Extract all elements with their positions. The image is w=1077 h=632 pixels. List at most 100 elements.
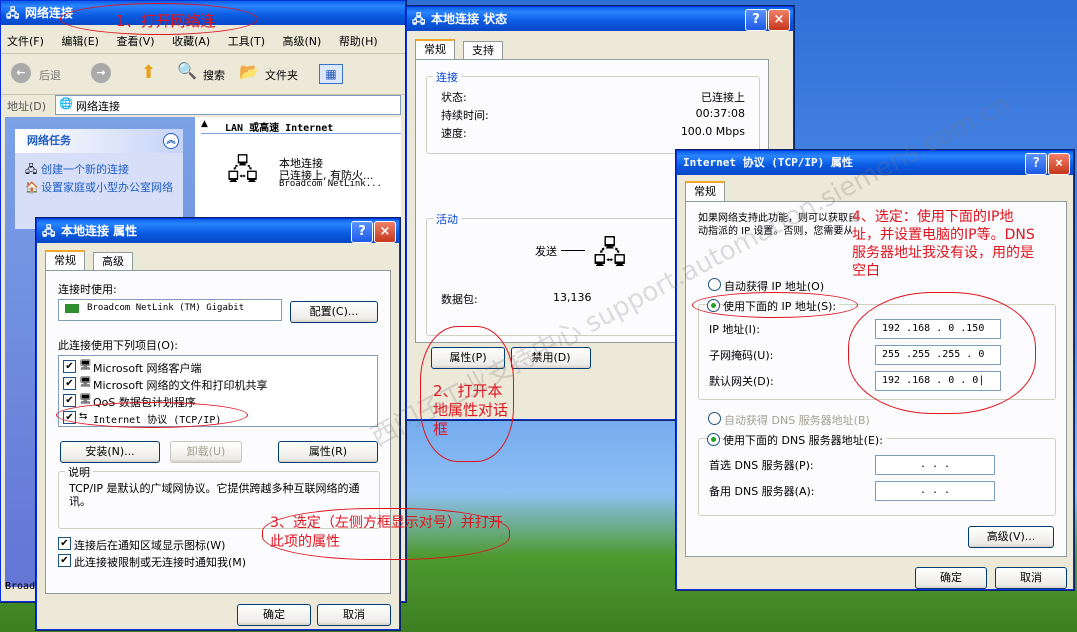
status-value: 已连接上 (701, 91, 745, 104)
client-icon: 🖥 (79, 360, 92, 371)
new-connection-icon: 🖧 (25, 163, 38, 176)
items-label: 此连接使用下列项目(O): (58, 339, 178, 352)
views-icon[interactable]: ▦ (319, 64, 343, 84)
preferred-dns-input[interactable]: . . . (875, 455, 995, 475)
duration-label: 持续时间: (441, 109, 489, 122)
item-checkbox[interactable]: ✔ (63, 360, 76, 373)
configure-button[interactable]: 配置(C)... (290, 301, 378, 323)
notify-checkbox[interactable]: ✔ (58, 537, 71, 550)
manual-dns-radio[interactable] (707, 433, 720, 446)
tcpip-intro: 如果网络支持此功能，则可以获取自动指派的 IP 设置。否则，您需要从网络系统管理… (698, 213, 858, 237)
tcpip-help-button[interactable]: ? (1025, 153, 1047, 175)
speed-value: 100.0 Mbps (680, 125, 745, 138)
manual-dns-label: 使用下面的 DNS 服务器地址(E): (723, 432, 886, 448)
back-button-label[interactable]: 后退 (39, 67, 61, 83)
menu-favorites[interactable]: 收藏(A) (172, 35, 210, 48)
sent-label: 发送 (535, 245, 557, 258)
subnet-mask-label: 子网掩码(U): (709, 349, 774, 362)
menu-tools[interactable]: 工具(T) (228, 35, 265, 48)
address-input[interactable]: 🌐 网络连接 (55, 95, 401, 115)
close-button[interactable]: × (768, 9, 790, 31)
alternate-dns-label: 备用 DNS 服务器(A): (709, 485, 815, 498)
auto-ip-radio[interactable] (708, 278, 721, 291)
connection-group-label: 连接 (433, 69, 461, 85)
scroll-up-arrow-icon[interactable]: ▲ (201, 119, 208, 129)
network-card-icon (65, 304, 79, 313)
tcpip-cancel-button[interactable]: 取消 (995, 567, 1067, 589)
props-tab-advanced[interactable]: 高级 (93, 252, 133, 271)
conn-device: Broadcom NetLink... (279, 179, 382, 189)
home-network-icon: 🏠 (25, 181, 39, 194)
annotation-4-outline (848, 292, 1036, 414)
adapter-field: Broadcom NetLink (TM) Gigabit (58, 299, 282, 321)
properties-title: 本地连接 属性 (61, 224, 138, 238)
tcpip-close-button[interactable]: × (1048, 153, 1070, 175)
globe-icon: 🌐 (59, 97, 73, 110)
tab-general[interactable]: 常规 (415, 39, 455, 60)
tcpip-title: Internet 协议 (TCP/IP) 属性 (683, 156, 853, 169)
props-tab-general[interactable]: 常规 (45, 250, 85, 271)
up-folder-icon[interactable]: ⬆ (141, 62, 156, 83)
help-button[interactable]: ? (745, 9, 767, 31)
connect-using-label: 连接时使用: (58, 283, 117, 296)
limited-checkbox[interactable]: ✔ (58, 554, 71, 567)
props-help-button[interactable]: ? (351, 221, 373, 243)
menu-file[interactable]: 文件(F) (7, 35, 44, 48)
network-connections-icon: 🖧 (6, 6, 20, 20)
status-titlebar[interactable]: 🖧 本地连接 状态 ? × (407, 7, 793, 31)
props-close-button[interactable]: × (374, 221, 396, 243)
alternate-dns-input[interactable]: . . . (875, 481, 995, 501)
duration-value: 00:37:08 (695, 107, 745, 120)
search-button-label[interactable]: 搜索 (203, 67, 225, 83)
tab-support[interactable]: 支持 (463, 41, 503, 60)
connection-group: 连接 状态: 已连接上 持续时间: 00:37:08 速度: 100.0 Mbp… (426, 69, 760, 154)
address-bar: 地址(D) 🌐 网络连接 (1, 94, 405, 116)
item-checkbox[interactable]: ✔ (63, 394, 76, 407)
item-properties-button[interactable]: 属性(R) (278, 441, 378, 463)
tcpip-titlebar[interactable]: Internet 协议 (TCP/IP) 属性 ? × (677, 151, 1073, 175)
lan-properties-icon: 🖧 (42, 224, 56, 238)
properties-titlebar[interactable]: 🖧 本地连接 属性 ? × (37, 219, 399, 243)
item-checkbox[interactable]: ✔ (63, 377, 76, 390)
description-label: 说明 (65, 464, 93, 480)
folders-button-label[interactable]: 文件夹 (265, 67, 298, 83)
limited-label: 此连接被限制或无连接时通知我(M) (74, 556, 247, 569)
auto-dns-label: 自动获得 DNS 服务器地址(B) (724, 414, 870, 427)
annotation-3-highlight (56, 402, 248, 428)
status-label: 状态: (441, 91, 467, 104)
folders-icon[interactable]: 📂 (239, 62, 259, 81)
packets-label: 数据包: (441, 293, 478, 306)
menu-edit[interactable]: 编辑(E) (61, 35, 99, 48)
network-tasks-box: 网络任务 ︽ 🖧 创建一个新的连接 🏠 设置家庭或小型办公室网络 更改 Wind… (15, 129, 183, 229)
tcpip-ok-button[interactable]: 确定 (915, 567, 987, 589)
props-ok-button[interactable]: 确定 (237, 604, 311, 626)
auto-dns-radio (708, 412, 721, 425)
task-create-connection[interactable]: 创建一个新的连接 (41, 161, 129, 177)
menu-advanced[interactable]: 高级(N) (283, 35, 322, 48)
menu-help[interactable]: 帮助(H) (339, 35, 378, 48)
dns-group: 使用下面的 DNS 服务器地址(E): 首选 DNS 服务器(P): . . .… (698, 432, 1056, 516)
props-cancel-button[interactable]: 取消 (317, 604, 391, 626)
gateway-label: 默认网关(D): (709, 375, 774, 388)
annotation-3: 3、选定（左侧方框显示对号）并打开此项的属性 (270, 515, 503, 550)
advanced-button[interactable]: 高级(V)... (968, 526, 1054, 548)
local-connection-item[interactable]: 🖧 本地连接 已连接上, 有防火... Broadcom NetLink... (227, 147, 397, 195)
description-text: TCP/IP 是默认的广域网协议。它提供跨越多种互联网络的通讯。 (69, 482, 360, 508)
menu-view[interactable]: 查看(V) (116, 35, 154, 48)
back-arrow-icon[interactable]: ← (11, 63, 31, 83)
tcpip-tab-general[interactable]: 常规 (685, 181, 725, 202)
forward-arrow-icon[interactable]: → (91, 63, 111, 83)
collapse-chevron-icon[interactable]: ︽ (163, 133, 179, 149)
install-button[interactable]: 安装(N)... (60, 441, 160, 463)
task-header[interactable]: 网络任务 ︽ (15, 129, 183, 153)
lan-status-icon: 🖧 (412, 12, 426, 26)
search-icon[interactable]: 🔍 (177, 61, 197, 80)
activity-line (561, 250, 585, 251)
task-home-network[interactable]: 设置家庭或小型办公室网络 (41, 181, 181, 194)
annotation-4: 4、选定：使用下面的IP地址，并设置电脑的IP等。DNS服务器地址我没有设，用的… (852, 208, 1036, 280)
address-value: 网络连接 (76, 100, 120, 113)
ip-address-label: IP 地址(I): (709, 323, 760, 336)
item-label: Microsoft 网络的文件和打印机共享 (93, 379, 268, 392)
status-disable-button[interactable]: 禁用(D) (511, 347, 591, 369)
annotation-1: 1、打开网络连 (116, 12, 216, 30)
